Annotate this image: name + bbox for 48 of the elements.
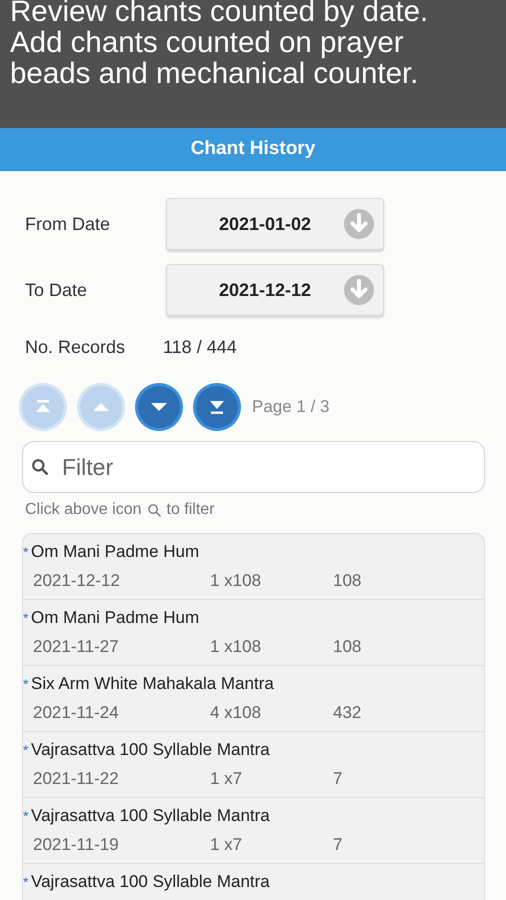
chant-total: 108 xyxy=(333,571,362,591)
chant-multiplier: 1 x108 xyxy=(210,571,262,591)
marker-text: * xyxy=(23,544,30,560)
history-row[interactable]: *Six Arm White Mahakala Mantra 2021-11-24 4 x108 432 xyxy=(23,666,484,732)
chant-multiplier: 1 x108 xyxy=(210,637,262,657)
chant-title: Om Mani Padme Hum xyxy=(31,542,200,562)
date-picker-button[interactable]: 2021-12-12 xyxy=(166,264,384,316)
history-row[interactable]: *Om Mani Padme Hum 2021-11-27 1 x108 108 xyxy=(23,600,484,666)
chant-title: Vajrasattva 100 Syllable Mantra xyxy=(31,740,270,760)
marker-text: * xyxy=(23,808,30,824)
chant-date: 2021-11-19 xyxy=(33,835,120,855)
hint-text: Click above icon xyxy=(25,501,142,519)
field-label: To Date xyxy=(24,280,88,300)
history-row[interactable]: *Om Mani Padme Hum 2021-12-12 1 x108 108 xyxy=(23,534,484,600)
filter-field[interactable]: Filter xyxy=(22,441,485,493)
chant-title: Six Arm White Mahakala Mantra xyxy=(31,674,274,694)
chant-multiplier: 1 x7 xyxy=(210,835,244,855)
chant-title: Vajrasattva 100 Syllable Mantra xyxy=(31,872,270,892)
chant-date: 2021-11-22 xyxy=(33,769,120,789)
last-page-button[interactable] xyxy=(196,386,238,428)
marker-text: * xyxy=(23,610,30,626)
marker-text: * xyxy=(23,676,30,692)
page-indicator: Page 1 / 3 xyxy=(252,397,330,417)
next-page-button[interactable] xyxy=(138,386,180,428)
chant-multiplier: 4 x108 xyxy=(210,703,262,723)
page-title: Chant History xyxy=(190,138,316,160)
field-label: From Date xyxy=(24,214,112,234)
history-row[interactable]: *Vajrasattva 100 Syllable Mantra 2021-11-22 1 x7 7 xyxy=(23,732,484,798)
search-icon xyxy=(31,458,49,476)
chant-date: 2021-11-27 xyxy=(33,637,120,657)
date-picker-button[interactable]: 2021-01-02 xyxy=(166,198,384,250)
chant-total: 108 xyxy=(333,637,362,657)
records-count: 118 / 444 xyxy=(163,336,237,358)
hint-text: to filter xyxy=(166,501,215,519)
chant-total: 7 xyxy=(333,835,342,855)
chant-title: Om Mani Padme Hum xyxy=(31,608,200,628)
history-row[interactable]: *Vajrasattva 100 Syllable Mantra 2021-11-19 1 x7 7 xyxy=(23,798,484,864)
search-icon xyxy=(146,502,162,518)
chant-date: 2021-11-24 xyxy=(33,703,120,723)
chant-date: 2021-12-12 xyxy=(33,571,121,591)
marker-text: * xyxy=(23,874,30,890)
chant-total: 7 xyxy=(333,769,342,789)
chant-title: Vajrasattva 100 Syllable Mantra xyxy=(31,806,270,826)
chant-total: 432 xyxy=(333,703,362,723)
history-row[interactable]: *Vajrasattva 100 Syllable Mantra xyxy=(23,864,484,900)
chant-multiplier: 1 x7 xyxy=(210,769,244,789)
records-label: No. Records xyxy=(24,336,126,358)
marker-text: * xyxy=(23,742,30,758)
